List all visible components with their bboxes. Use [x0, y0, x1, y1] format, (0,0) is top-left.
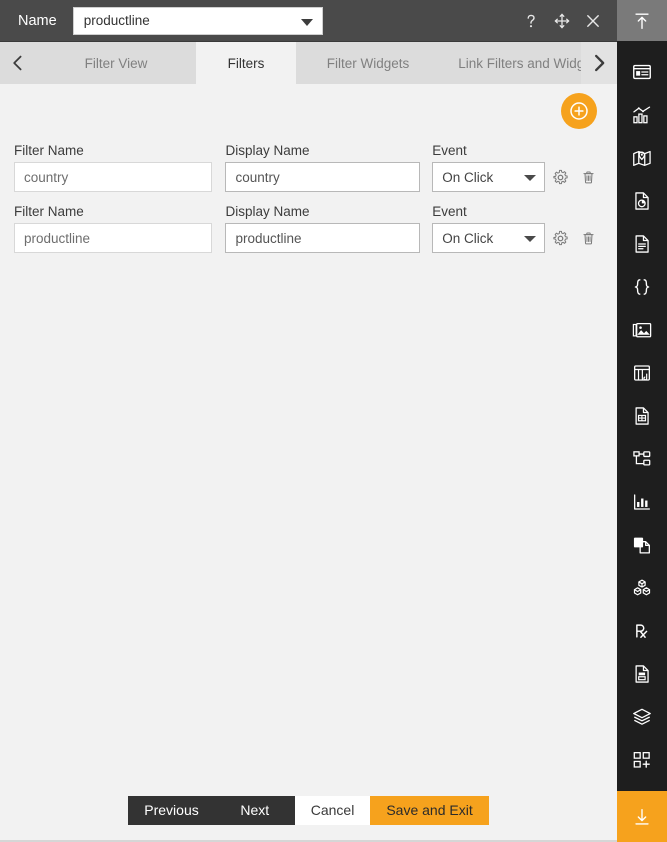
- tab-link-filters-and-widgets[interactable]: Link Filters and Widge: [440, 42, 581, 84]
- tabs-scroll-left-button[interactable]: [0, 42, 36, 84]
- saved-document-icon: [631, 663, 653, 685]
- copy-document-icon: [631, 534, 653, 556]
- sidebar-item-bar-plot[interactable]: [617, 480, 667, 523]
- chevron-down-icon: [523, 236, 536, 242]
- dialog-main-column: Name productline Filter View Filters Fil…: [0, 0, 617, 842]
- filter-row: Filter Name Display Name Event productli…: [14, 204, 603, 253]
- filter-name-input[interactable]: productline: [14, 223, 213, 253]
- event-label: Event: [432, 143, 467, 158]
- sidebar-item-images[interactable]: [617, 308, 667, 351]
- tab-label: Link Filters and Widge: [458, 55, 581, 71]
- event-select[interactable]: On Click: [432, 223, 545, 253]
- add-widget-icon: [631, 749, 653, 771]
- arrow-down-bar-icon: [635, 808, 649, 825]
- sidebar-item-layers[interactable]: [617, 695, 667, 738]
- cancel-button[interactable]: Cancel: [294, 795, 371, 825]
- name-dropdown-value: productline: [83, 13, 150, 28]
- sidebar-item-text-document[interactable]: [617, 222, 667, 265]
- bar-plot-icon: [631, 491, 653, 513]
- help-icon[interactable]: [521, 11, 541, 31]
- tab-label: Filter Widgets: [326, 55, 410, 71]
- image-gallery-icon: [631, 319, 653, 341]
- move-icon[interactable]: [552, 11, 572, 31]
- text-document-icon: [631, 233, 653, 255]
- pie-report-icon: [631, 190, 653, 212]
- tab-label: Filters: [227, 55, 265, 71]
- prescription-icon: [631, 620, 653, 642]
- display-name-label: Display Name: [225, 204, 310, 219]
- name-dropdown[interactable]: productline: [72, 6, 323, 35]
- sidebar-item-data-document[interactable]: [617, 394, 667, 437]
- filter-name-label: Filter Name: [14, 143, 84, 158]
- map-icon: [631, 147, 653, 169]
- dialog-titlebar: Name productline: [0, 0, 617, 41]
- sidebar-item-add-widget[interactable]: [617, 738, 667, 781]
- filter-row-fields: productline productline On Click: [14, 223, 603, 253]
- add-filter-row: [14, 84, 603, 129]
- sidebar-item-pie-report[interactable]: [617, 179, 667, 222]
- sidebar-item-table-widget[interactable]: [617, 351, 667, 394]
- display-name-input[interactable]: country: [225, 162, 421, 192]
- next-button[interactable]: Next: [214, 795, 295, 825]
- close-icon[interactable]: [583, 11, 603, 31]
- hierarchy-icon: [631, 448, 653, 470]
- chevron-down-icon: [523, 175, 536, 181]
- event-select-value: On Click: [442, 230, 494, 246]
- filter-row-labels: Filter Name Display Name Event: [14, 143, 603, 158]
- tabs-container: Filter View Filters Filter Widgets Link …: [36, 42, 581, 84]
- sidebar-item-hierarchy[interactable]: [617, 437, 667, 480]
- sidebar-item-map[interactable]: [617, 136, 667, 179]
- data-document-icon: [631, 405, 653, 427]
- tab-filters[interactable]: Filters: [196, 42, 296, 84]
- arrow-up-bar-icon: [635, 12, 649, 29]
- tab-bar: Filter View Filters Filter Widgets Link …: [0, 41, 617, 84]
- dialog-footer: Previous Next Cancel Save and Exit: [0, 780, 617, 842]
- toolbar-items: [617, 41, 667, 791]
- sidebar-item-copy-document[interactable]: [617, 523, 667, 566]
- filter-configuration-dialog: Name productline Filter View Filters Fil…: [0, 0, 667, 842]
- gear-icon[interactable]: [551, 168, 570, 187]
- display-name-label: Display Name: [225, 143, 310, 158]
- filter-row: Filter Name Display Name Event country c…: [14, 143, 603, 192]
- name-label: Name: [18, 12, 57, 29]
- add-filter-button[interactable]: [561, 93, 597, 129]
- filter-name-label: Filter Name: [14, 204, 84, 219]
- cubes-icon: [631, 577, 653, 599]
- sidebar-item-card-widget[interactable]: [617, 50, 667, 93]
- collapse-panel-button[interactable]: [617, 0, 667, 41]
- layers-icon: [631, 706, 653, 728]
- right-toolbar: [617, 0, 667, 842]
- tab-label: Filter View: [84, 55, 148, 71]
- display-name-input[interactable]: productline: [225, 223, 421, 253]
- save-and-exit-button[interactable]: Save and Exit: [370, 795, 489, 825]
- event-select-value: On Click: [442, 169, 494, 185]
- expand-panel-button[interactable]: [617, 791, 667, 842]
- event-label: Event: [432, 204, 467, 219]
- event-select[interactable]: On Click: [432, 162, 545, 192]
- chart-icon: [631, 104, 653, 126]
- filters-panel: Filter Name Display Name Event country c…: [0, 84, 617, 780]
- gear-icon[interactable]: [551, 229, 570, 248]
- filter-name-input[interactable]: country: [14, 162, 213, 192]
- sidebar-item-r-script[interactable]: [617, 609, 667, 652]
- filter-row-fields: country country On Click: [14, 162, 603, 192]
- tabs-scroll-right-button[interactable]: [581, 42, 617, 84]
- sidebar-item-cubes[interactable]: [617, 566, 667, 609]
- code-braces-icon: [631, 276, 653, 298]
- previous-button[interactable]: Previous: [128, 795, 215, 825]
- sidebar-item-saved-document[interactable]: [617, 652, 667, 695]
- card-widget-icon: [631, 61, 653, 83]
- window-actions: [521, 11, 607, 31]
- chevron-down-icon: [300, 18, 313, 26]
- filter-row-labels: Filter Name Display Name Event: [14, 204, 603, 219]
- table-widget-icon: [631, 362, 653, 384]
- filters-list: Filter Name Display Name Event country c…: [14, 143, 603, 253]
- sidebar-item-chart[interactable]: [617, 93, 667, 136]
- tab-filter-view[interactable]: Filter View: [36, 42, 196, 84]
- trash-icon[interactable]: [579, 168, 598, 187]
- trash-icon[interactable]: [579, 229, 598, 248]
- tab-filter-widgets[interactable]: Filter Widgets: [296, 42, 440, 84]
- sidebar-item-code[interactable]: [617, 265, 667, 308]
